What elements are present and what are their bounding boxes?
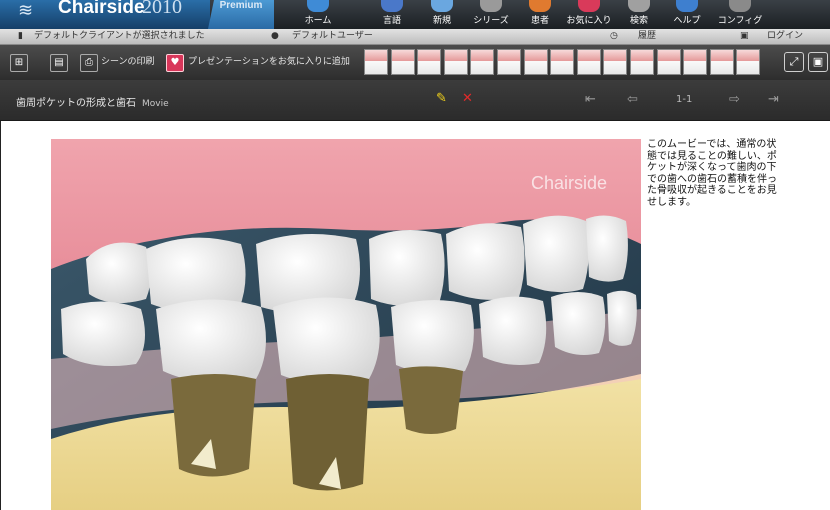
menu-help[interactable]: ヘルプ: [659, 0, 715, 29]
edition-badge: Premium: [208, 0, 274, 29]
document-icon[interactable]: ▤: [50, 54, 68, 72]
scene-type: Movie: [142, 99, 169, 109]
client-icon: ▮: [18, 31, 23, 41]
heart-icon[interactable]: ♥: [166, 54, 184, 72]
expand-icon[interactable]: ⤢: [784, 52, 804, 72]
menu-config[interactable]: コンフィグ: [712, 0, 768, 29]
chairside-logo-icon: ≋: [18, 0, 34, 21]
scene-thumbnail[interactable]: [550, 49, 575, 75]
presentation-icon[interactable]: ▣: [808, 52, 828, 72]
scene-thumbnail[interactable]: [603, 49, 628, 75]
config-icon: [729, 0, 751, 12]
status-bar: ▮ デフォルトクライアントが選択されました ● デフォルトユーザー ◷ 履歴 ▣…: [0, 29, 830, 45]
menu-home[interactable]: ホーム: [290, 0, 346, 29]
new-icon: [431, 0, 453, 12]
scene-thumbnail[interactable]: [417, 49, 442, 75]
scene-thumbnail[interactable]: [497, 49, 521, 75]
scene-thumbnail[interactable]: [443, 49, 468, 75]
dental-illustration[interactable]: Chairside: [51, 139, 641, 510]
menu-patient[interactable]: 患者: [512, 0, 568, 29]
fullscreen-grid-icon[interactable]: ⊞: [10, 54, 28, 72]
menu-new[interactable]: 新規: [414, 0, 470, 29]
scene-thumbnail[interactable]: [709, 49, 734, 75]
delete-icon[interactable]: ✕: [462, 91, 473, 106]
menu-favorites[interactable]: お気に入り: [561, 0, 617, 29]
print-icon[interactable]: ⎙: [80, 54, 98, 72]
scene-thumbnail[interactable]: [470, 49, 495, 75]
patient-icon: [529, 0, 551, 12]
scene-description: このムービーでは、通常の状態では見ることの難しい、ポケットが深くなって歯肉の下で…: [647, 139, 777, 208]
scene-toolbar: ⊞ ▤ ⎙ シーンの印刷 ♥ プレゼンテーションをお気に入りに追加 ⤢ ▣: [0, 45, 830, 80]
scene-thumbnail[interactable]: [390, 49, 415, 75]
user-icon: ●: [271, 31, 279, 41]
menu-series[interactable]: シリーズ: [463, 0, 519, 29]
scene-content: Chairside このムービーでは、通常の状態では見ることの難しい、ポケットが…: [0, 121, 830, 510]
favorites-icon: [578, 0, 600, 12]
edit-pencil-icon[interactable]: ✎: [436, 91, 447, 106]
login-link[interactable]: ログイン: [767, 30, 803, 43]
previous-page-icon[interactable]: ⇦: [627, 92, 638, 107]
brand-name: Chairside: [58, 0, 145, 18]
help-icon: [676, 0, 698, 12]
scene-thumbnail[interactable]: [576, 49, 601, 75]
scene-thumbnail[interactable]: [364, 49, 388, 75]
add-to-favorites-button[interactable]: プレゼンテーションをお気に入りに追加: [188, 55, 350, 69]
content-border: [0, 121, 1, 510]
series-icon: [480, 0, 502, 12]
scene-thumbnail[interactable]: [523, 49, 548, 75]
scene-thumbnail[interactable]: [736, 49, 761, 75]
last-page-icon[interactable]: ⇥: [768, 92, 779, 107]
scene-thumbnail[interactable]: [656, 49, 681, 75]
page-indicator: 1-1: [676, 94, 693, 105]
menu-language[interactable]: 言語: [364, 0, 420, 29]
history-icon: ◷: [610, 31, 618, 41]
brand-year: 2010: [142, 0, 182, 18]
home-icon: [307, 0, 329, 12]
client-status: デフォルトクライアントが選択されました: [34, 31, 205, 41]
print-scene-button[interactable]: シーンの印刷: [101, 55, 155, 69]
next-page-icon[interactable]: ⇨: [729, 92, 740, 107]
app-logo: ≋ Chairside 2010: [0, 0, 210, 29]
language-icon: [381, 0, 403, 12]
lock-icon: ▣: [740, 31, 749, 41]
scene-thumbnail[interactable]: [683, 49, 708, 75]
scene-thumbnail[interactable]: [630, 49, 654, 75]
first-page-icon[interactable]: ⇤: [585, 92, 596, 107]
scene-title-bar: 歯周ポケットの形成と歯石 Movie ✎ ✕ ⇤ ⇦ 1-1 ⇨ ⇥: [0, 80, 830, 121]
current-user[interactable]: デフォルトユーザー: [292, 30, 373, 43]
scene-title: 歯周ポケットの形成と歯石 Movie: [16, 98, 169, 109]
search-icon: [628, 0, 650, 12]
app-header: ≋ Chairside 2010 Premium ホーム 言語 新規 シリーズ …: [0, 0, 830, 29]
history-link[interactable]: 履歴: [638, 30, 656, 43]
watermark: Chairside: [531, 173, 607, 193]
